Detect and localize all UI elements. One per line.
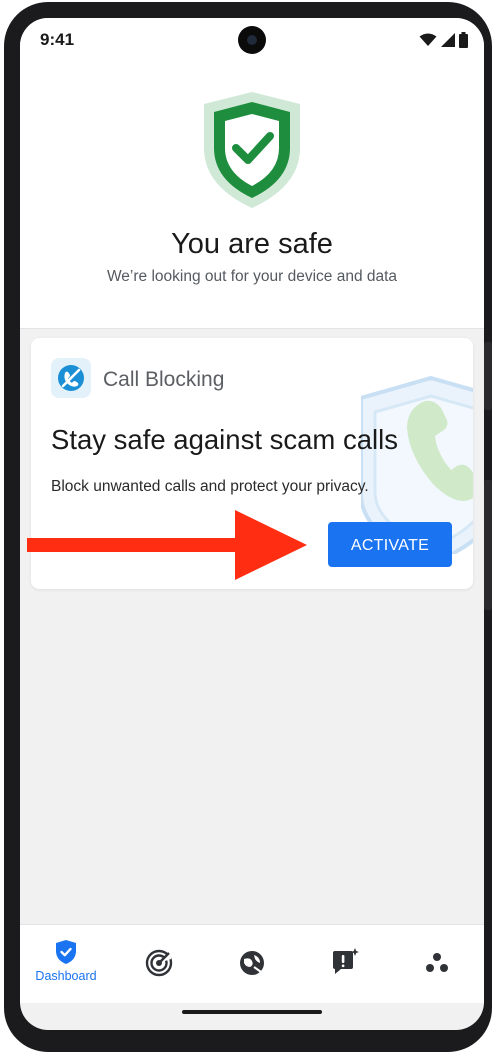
nav-item-web-protection[interactable] [207,949,297,977]
card-title: Stay safe against scam calls [51,424,398,455]
nav-item-more[interactable] [392,951,482,975]
nav-label-dashboard: Dashboard [35,969,97,983]
power-button [484,480,492,610]
shield-check-icon [204,92,300,208]
red-arrow-icon [27,510,307,580]
scan-icon [145,949,173,977]
status-icons [419,32,468,48]
more-dots-icon [426,953,448,972]
shield-check-icon [56,940,76,964]
nav-item-alerts[interactable] [300,947,390,977]
hero-subtitle: We’re looking out for your device and da… [106,268,398,285]
status-bar: 9:41 [20,18,484,62]
status-time: 9:41 [40,30,75,49]
battery-icon [459,32,468,48]
signal-icon [441,33,455,47]
alert-sparkle-icon [333,948,359,974]
volume-button [484,342,492,410]
card-description: Block unwanted calls and protect your pr… [51,478,369,495]
front-camera [238,26,266,54]
call-blocking-icon [51,358,91,398]
card-service-name: Call Blocking [103,368,225,391]
nav-item-dashboard[interactable]: Dashboard [21,939,111,983]
nav-item-scan[interactable] [114,949,204,977]
wifi-icon [419,33,437,46]
hero-section: You are safe We’re looking out for your … [20,62,484,329]
home-indicator[interactable] [182,1010,322,1014]
hero-title: You are safe [171,228,333,260]
bottom-nav: Dashboard [20,924,484,1003]
activate-button[interactable]: ACTIVATE [328,522,452,567]
web-protection-icon [240,951,264,975]
